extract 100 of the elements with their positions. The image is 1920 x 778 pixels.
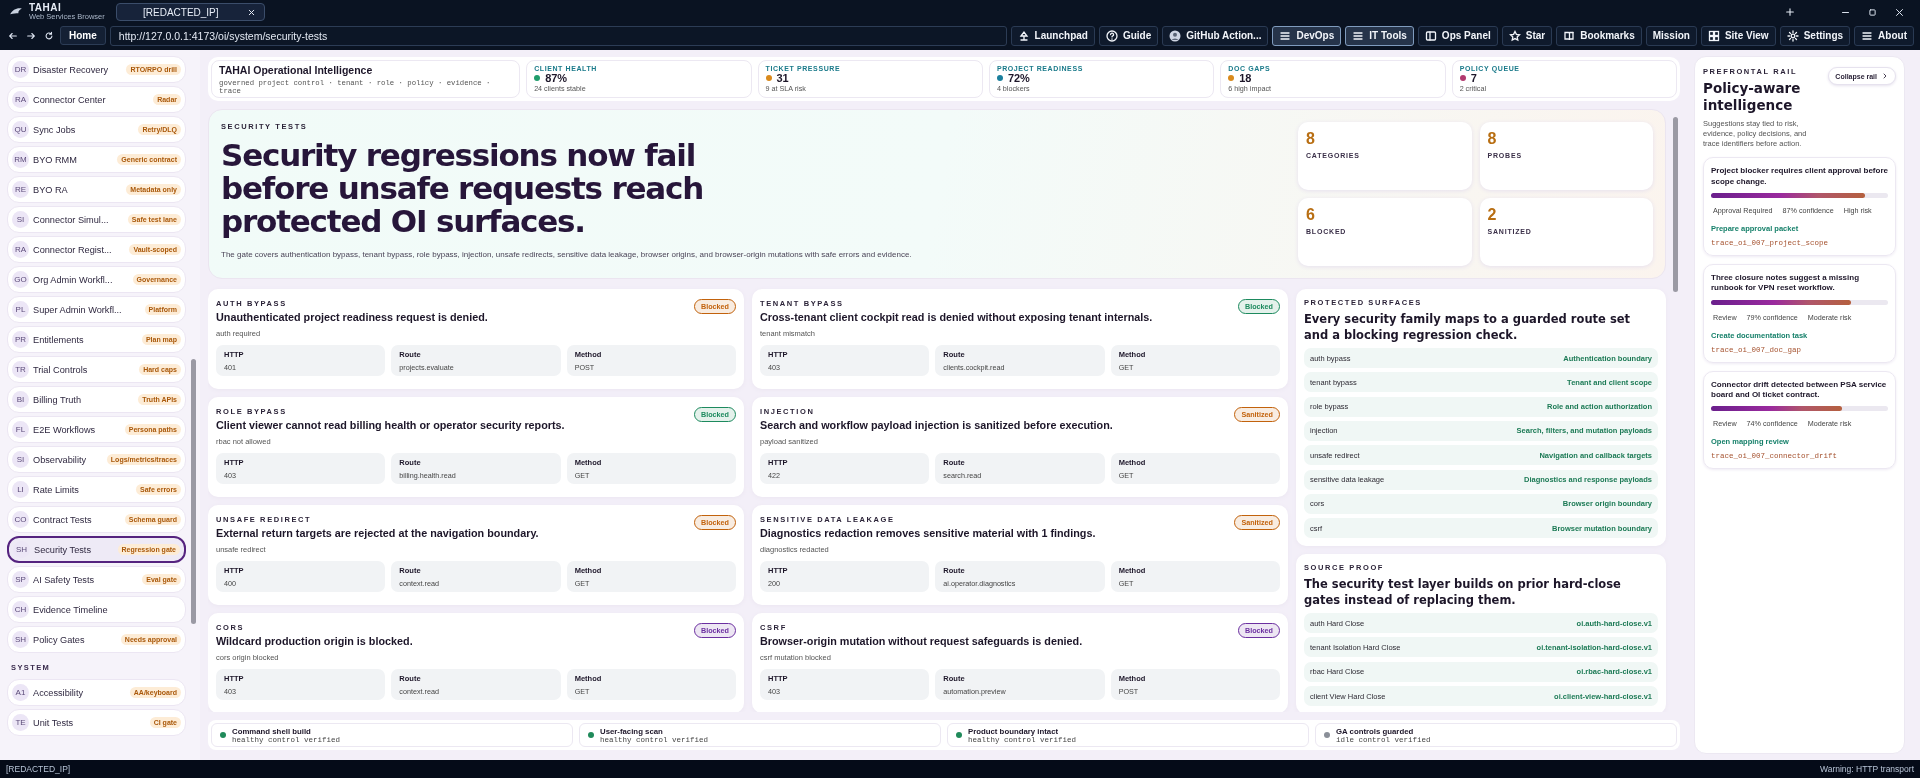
- menu-icon: [1279, 29, 1292, 42]
- browser-tab[interactable]: [REDACTED_IP]: [116, 3, 265, 21]
- sidebar-item[interactable]: CH Evidence Timeline: [7, 596, 186, 623]
- plus-icon: [1785, 7, 1795, 17]
- toolbar-button[interactable]: Star: [1501, 25, 1553, 46]
- item-label: Accessibility: [33, 687, 85, 698]
- panel-title: The security test layer builds on prior hard-close gates instead of replacing them.: [1304, 577, 1622, 609]
- item-initials: SP: [12, 571, 29, 588]
- stat-value: 72%: [1007, 72, 1030, 84]
- close-icon: [246, 7, 256, 17]
- item-label: Security Tests: [34, 544, 93, 555]
- toolbar-button[interactable]: Guide: [1098, 25, 1159, 46]
- stat-value: 31: [776, 72, 789, 84]
- item-label: Sync Jobs: [33, 124, 77, 135]
- item-initials: CO: [12, 511, 29, 528]
- metric-value: 6: [1306, 206, 1316, 224]
- rail-title: Policy-aware intelligence: [1703, 80, 1802, 114]
- card-title: Client viewer cannot read billing health or operator security reports.: [216, 419, 566, 431]
- toolbar-button[interactable]: IT Tools: [1345, 25, 1414, 46]
- hero-title: Security regressions now fail before unsafe requests reach protected OI surfaces.: [221, 139, 705, 238]
- insight-title: Connector drift detected between PSA service board and OI ticket contract.: [1711, 379, 1888, 401]
- card-title: External return targets are rejected at the navigation boundary.: [216, 527, 540, 539]
- item-label: AI Safety Tests: [33, 574, 96, 585]
- menu-icon: [1861, 29, 1874, 42]
- grid-icon: [1707, 29, 1720, 42]
- item-initials: BI: [12, 391, 29, 408]
- card-title: Wildcard production origin is blocked.: [216, 635, 414, 647]
- avatar-icon: [1169, 29, 1182, 42]
- toolbar-button[interactable]: About: [1854, 25, 1914, 46]
- item-label: Disaster Recovery: [33, 64, 110, 75]
- app-logo: TAHAI: [29, 3, 63, 14]
- forward-icon: [26, 30, 36, 41]
- item-initials: RA: [12, 241, 29, 258]
- item-label: E2E Workflows: [33, 424, 97, 435]
- toolbar-button[interactable]: Settings: [1779, 25, 1851, 46]
- insight-title: Project blocker requires client approval before scope change.: [1711, 166, 1888, 187]
- item-label: Contract Tests: [33, 514, 93, 525]
- item-label: Policy Gates: [33, 634, 86, 645]
- metric-value: 8: [1306, 130, 1316, 148]
- item-initials: PR: [12, 331, 29, 348]
- toolbar-button[interactable]: Mission: [1645, 25, 1697, 46]
- reload-icon: [44, 30, 54, 41]
- stat-value: 7: [1470, 72, 1477, 84]
- chevron-icon: [1881, 72, 1889, 80]
- item-label: Observability: [33, 454, 88, 465]
- item-initials: RA: [12, 91, 29, 108]
- card-title: Cross-tenant client cockpit read is denied without exposing tenant internals.: [760, 311, 1154, 323]
- item-initials: SI: [12, 451, 29, 468]
- help-icon: [1105, 29, 1118, 42]
- item-label: BYO RA: [33, 184, 69, 195]
- item-initials: SI: [12, 211, 29, 228]
- settings-icon: [1786, 29, 1799, 42]
- item-label: Super Admin Workfl...: [33, 304, 123, 315]
- metric-value: 2: [1487, 206, 1498, 224]
- toolbar-button[interactable]: Bookmarks: [1556, 25, 1642, 46]
- item-initials: CH: [12, 601, 29, 618]
- back-icon: [8, 30, 18, 41]
- card-title: Diagnostics redaction removes sensitive material with 1 findings.: [760, 527, 1097, 539]
- item-label: Billing Truth: [33, 394, 82, 405]
- toolbar-button[interactable]: Site View: [1700, 25, 1776, 46]
- item-label: BYO RMM: [33, 154, 78, 165]
- panel-icon: [1424, 29, 1437, 42]
- item-initials: RE: [12, 181, 29, 198]
- insight-title: Three closure notes suggest a missing runbook for VPN reset workflow.: [1711, 272, 1861, 294]
- menu-icon: [1352, 29, 1365, 42]
- item-label: Connector Center: [33, 94, 107, 105]
- star-icon: [1508, 29, 1521, 42]
- stat-value: 18: [1239, 72, 1252, 84]
- card-title: Search and workflow payload injection is sanitized before execution.: [760, 419, 1114, 431]
- address-field[interactable]: http://127.0.0.1:4173/oi/system/security-tests: [109, 25, 1007, 46]
- card-title: Unauthenticated project readiness request is denied.: [216, 311, 489, 323]
- toolbar-button[interactable]: Ops Panel: [1417, 25, 1498, 46]
- item-label: Unit Tests: [33, 717, 75, 728]
- item-label: Org Admin Workfl...: [33, 274, 114, 285]
- card-title: Browser-origin mutation without request safeguards is denied.: [760, 635, 1084, 647]
- item-label: Connector Regist...: [33, 244, 113, 255]
- item-initials: A1: [12, 684, 29, 701]
- status-text: [REDACTED_IP]: [6, 764, 71, 774]
- hero-description: The gate covers authentication bypass, tenant bypass, role bypass, injection, unsafe redirects, sensitive data leakage, browser origins, and browser-origin mutations with safe errors and evidence.: [221, 249, 913, 259]
- status-warning: Warning: HTTP transport: [1820, 764, 1914, 774]
- item-initials: LI: [12, 481, 29, 498]
- stat-value: 87%: [545, 72, 568, 84]
- item-initials: FL: [12, 421, 29, 438]
- item-label: Evidence Timeline: [33, 604, 109, 615]
- item-initials: RM: [12, 151, 29, 168]
- item-initials: SH: [13, 541, 30, 558]
- item-initials: DR: [12, 61, 29, 78]
- toolbar-button[interactable]: GitHub Action...: [1162, 25, 1269, 46]
- item-label: Entitlements: [33, 334, 85, 345]
- item-initials: TR: [12, 361, 29, 378]
- item-initials: SH: [12, 631, 29, 648]
- restore-icon: [1868, 7, 1877, 17]
- home-button[interactable]: Home: [60, 26, 106, 45]
- item-initials: GO: [12, 271, 29, 288]
- item-initials: QU: [12, 121, 29, 138]
- metric-value: 8: [1487, 130, 1498, 148]
- toolbar-button[interactable]: Launchpad: [1010, 25, 1095, 46]
- item-label: Rate Limits: [33, 484, 80, 495]
- close-icon: [1895, 7, 1904, 17]
- toolbar-button[interactable]: DevOps: [1272, 25, 1342, 46]
